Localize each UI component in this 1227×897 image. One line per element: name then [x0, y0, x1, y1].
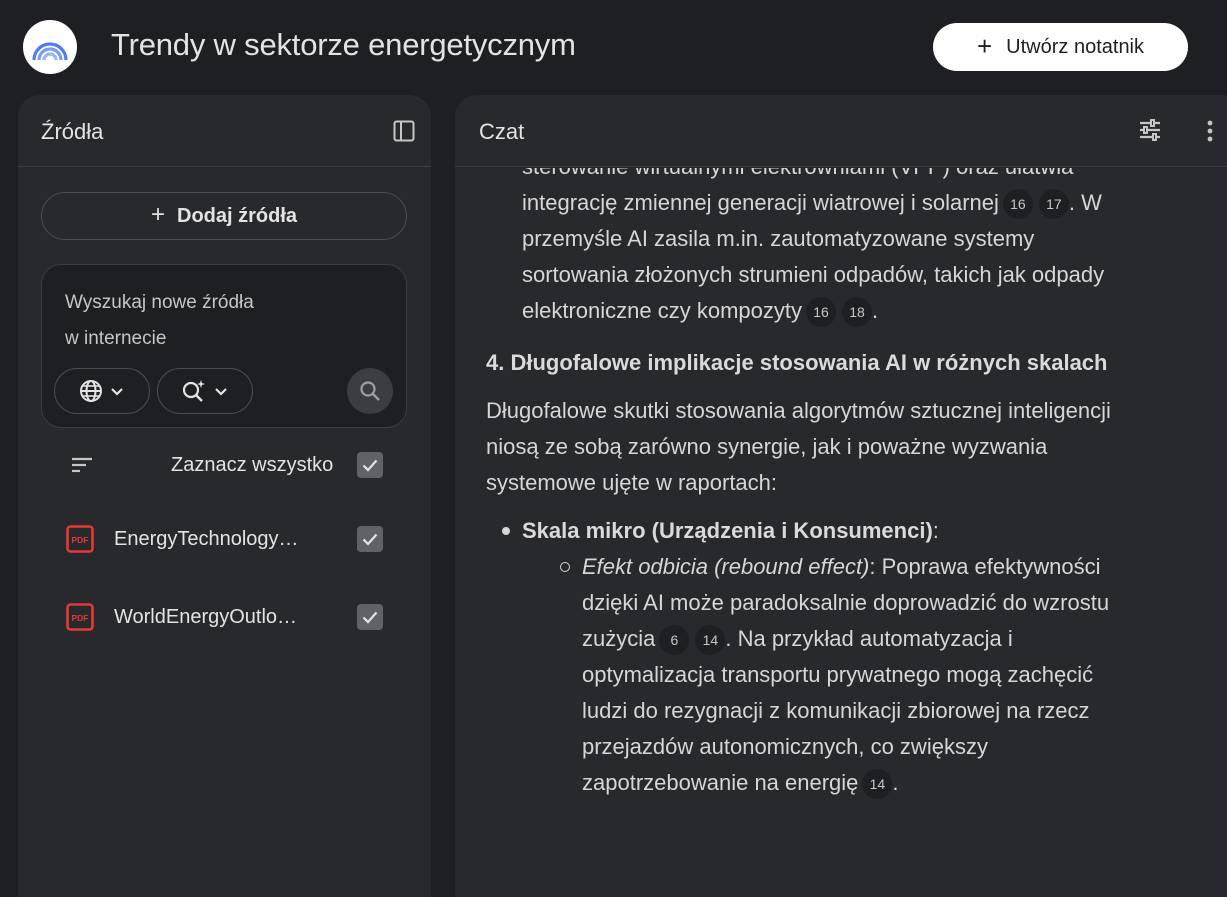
research-mode-dropdown[interactable] — [157, 368, 253, 414]
select-all-label: Zaznacz wszystko — [171, 454, 334, 476]
search-placeholder-line1: Wyszukaj nowe źródła — [65, 292, 254, 313]
citation-chip[interactable]: 18 — [842, 297, 872, 328]
sub-bullet-italic: Efekt odbicia (rebound effect) — [582, 554, 870, 579]
source-name: EnergyTechnology… — [114, 528, 299, 550]
sources-title: Źródła — [41, 119, 104, 144]
citation-chip[interactable]: 14 — [695, 625, 726, 656]
chat-panel: Czat sterowanie wirtualnymi elektrowniam… — [455, 95, 1227, 897]
plus-icon: + — [976, 31, 993, 61]
chevron-down-icon — [111, 388, 123, 396]
tune-icon[interactable] — [1138, 118, 1162, 142]
source-item[interactable]: PDF WorldEnergyOutlo… — [18, 595, 431, 639]
source-item[interactable]: PDF EnergyTechnology… — [18, 517, 431, 561]
period: . — [892, 770, 899, 795]
chevron-down-icon — [215, 388, 227, 396]
search-placeholder-line2: w internecie — [65, 328, 167, 349]
citation-chip[interactable]: 16 — [806, 297, 836, 328]
more-vertical-icon[interactable] — [1206, 120, 1214, 142]
chat-header: Czat — [455, 95, 1227, 167]
chat-response: sterowanie wirtualnymi elektrowniami (VP… — [486, 168, 1136, 801]
source-name: WorldEnergyOutlo… — [114, 606, 298, 628]
pdf-icon: PDF — [66, 525, 94, 553]
add-sources-label: Dodaj źródła — [177, 204, 298, 227]
bullet-item: Skala mikro (Urządzenia i Konsumenci): — [502, 513, 1136, 549]
search-submit-button[interactable] — [347, 368, 393, 414]
bullet-bold-text: Skala mikro (Urządzenia i Konsumenci) — [522, 518, 933, 543]
panel-collapse-icon[interactable] — [393, 120, 415, 142]
response-paragraph: sterowanie wirtualnymi elektrowniami (VP… — [522, 168, 1136, 329]
add-sources-button[interactable]: + Dodaj źródła — [41, 192, 407, 240]
globe-icon — [80, 380, 102, 402]
create-notebook-button[interactable]: + Utwórz notatnik — [933, 23, 1188, 71]
select-all-checkbox[interactable] — [357, 452, 383, 478]
plus-icon: + — [150, 201, 165, 228]
check-icon — [362, 459, 378, 472]
svg-text:PDF: PDF — [72, 613, 89, 623]
citation-chip[interactable]: 6 — [659, 625, 690, 656]
sources-header: Źródła — [18, 95, 431, 167]
sort-lines-icon[interactable] — [72, 455, 94, 475]
web-search-input[interactable]: Wyszukaj nowe źródła w internecie — [65, 285, 365, 357]
response-text: . Na przykład automatyzacja i optymaliza… — [582, 626, 1094, 795]
notebook-logo-icon[interactable] — [23, 20, 77, 74]
top-bar: Trendy w sektorze energetycznym + Utwórz… — [0, 0, 1227, 95]
search-icon — [360, 381, 380, 401]
section-heading: 4. Długofalowe implikacje stosowania AI … — [486, 350, 1108, 375]
pdf-icon: PDF — [66, 603, 94, 631]
citation-chip[interactable]: 17 — [1038, 189, 1069, 220]
search-sparkle-icon — [182, 380, 205, 402]
sources-panel: Źródła + Dodaj źródła Wyszukaj nowe źród… — [18, 95, 431, 897]
check-icon — [362, 611, 378, 624]
select-all-row: Zaznacz wszystko — [18, 445, 431, 487]
citation-chip[interactable]: 16 — [1002, 189, 1033, 220]
period: . — [872, 298, 879, 323]
citation-chip[interactable]: 14 — [862, 769, 893, 800]
create-notebook-label: Utwórz notatnik — [1006, 35, 1145, 58]
sub-bullet-item: Efekt odbicia (rebound effect): Poprawa … — [560, 549, 1136, 801]
notebook-title[interactable]: Trendy w sektorze energetycznym — [111, 27, 576, 63]
source-checkbox[interactable] — [357, 604, 383, 630]
web-source-dropdown[interactable] — [54, 368, 150, 414]
response-paragraph: Długofalowe skutki stosowania algorytmów… — [486, 398, 1111, 495]
chat-title: Czat — [479, 119, 525, 144]
colon: : — [932, 518, 939, 543]
period: . — [1068, 190, 1076, 215]
check-icon — [362, 533, 378, 546]
source-checkbox[interactable] — [357, 526, 383, 552]
web-search-box[interactable]: Wyszukaj nowe źródła w internecie — [41, 264, 407, 428]
response-text: integrację zmiennej generacji wiatrowej … — [522, 190, 999, 215]
chat-body: sterowanie wirtualnymi elektrowniami (VP… — [455, 168, 1227, 897]
response-text: sterowanie wirtualnymi elektrowniami (VP… — [522, 168, 1073, 179]
svg-text:PDF: PDF — [72, 535, 89, 545]
